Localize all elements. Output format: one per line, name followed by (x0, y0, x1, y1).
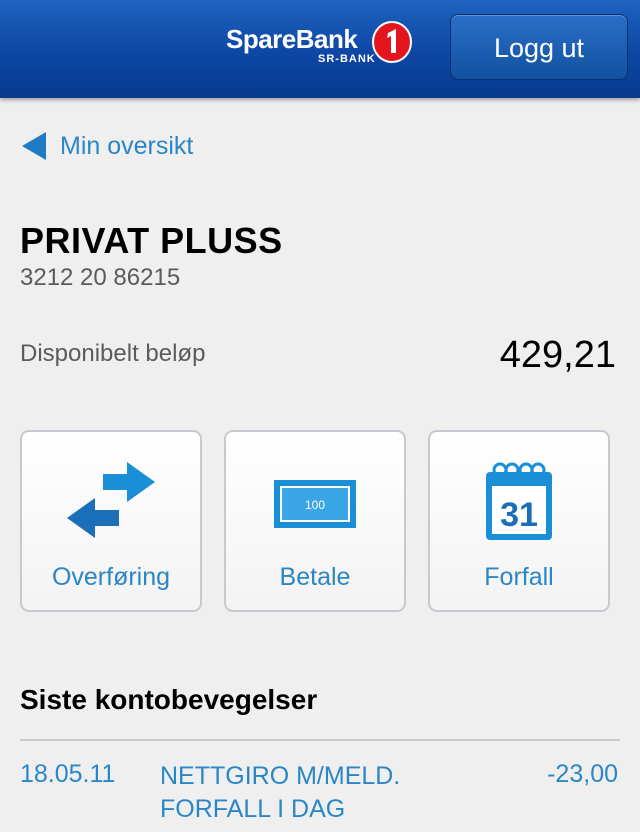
transfer-button[interactable]: Overføring (20, 430, 202, 612)
top-bar: SpareBank SR-BANK Logg ut (0, 0, 640, 98)
pay-label: Betale (279, 563, 351, 591)
transfer-label: Overføring (51, 563, 171, 591)
banknote-icon: 100 (274, 480, 356, 528)
back-arrow-icon (22, 132, 46, 160)
logo-subtext: SR-BANK (318, 53, 376, 65)
due-label: Forfall (484, 563, 554, 591)
pay-button[interactable]: 100 Betale (224, 430, 406, 612)
transaction-amount: -23,00 (547, 760, 618, 788)
back-link-label: Min oversikt (60, 131, 194, 160)
available-amount-value: 429,21 (499, 334, 616, 376)
due-button[interactable]: 31 Forfall (428, 430, 610, 612)
back-link[interactable]: Min oversikt (20, 128, 193, 164)
calendar-day: 31 (500, 496, 538, 534)
logout-button[interactable]: Logg ut (450, 14, 628, 80)
available-amount-label: Disponibelt beløp (20, 340, 206, 367)
section-divider (20, 739, 620, 741)
calendar-icon: 31 (486, 462, 552, 540)
recent-transactions-heading: Siste kontobevegelser (20, 684, 318, 715)
banknote-value: 100 (305, 498, 325, 512)
logo-text: SpareBank (226, 24, 358, 54)
transfer-arrows-icon (67, 462, 155, 538)
account-number: 3212 20 86215 (20, 264, 181, 291)
transaction-description: NETTGIRO M/MELD. FORFALL I DAG (160, 762, 401, 823)
logo-badge-icon (372, 21, 412, 63)
account-name: PRIVAT PLUSS (20, 220, 283, 261)
transaction-date: 18.05.11 (20, 760, 116, 788)
